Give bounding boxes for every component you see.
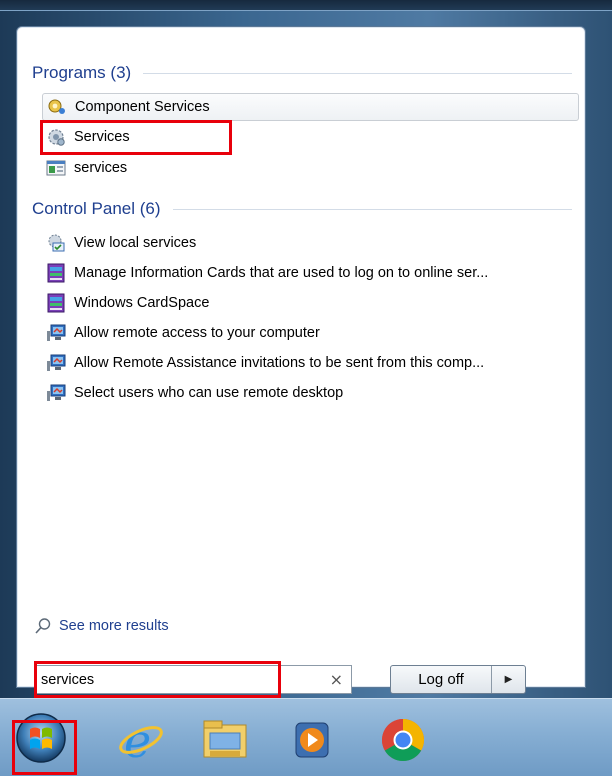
remote-access-icon xyxy=(46,353,66,373)
taskbar: e xyxy=(0,698,612,776)
svg-text:e: e xyxy=(124,715,151,765)
cardspace-icon xyxy=(46,293,66,313)
component-services-icon xyxy=(47,97,67,117)
result-services-msc[interactable]: services xyxy=(42,155,577,181)
control-panel-header-divider xyxy=(172,208,572,210)
magnifier-icon xyxy=(34,617,52,635)
programs-header[interactable]: Programs (3) xyxy=(32,62,572,84)
see-more-results-label: See more results xyxy=(59,618,169,634)
result-allow-remote-access[interactable]: Allow remote access to your computer xyxy=(42,320,577,346)
result-label: Select users who can use remote desktop xyxy=(74,385,344,401)
start-orb-icon[interactable] xyxy=(14,711,68,765)
clear-search-icon[interactable]: × xyxy=(330,670,343,689)
result-label: services xyxy=(74,160,128,176)
result-label: Services xyxy=(74,129,130,145)
result-component-services[interactable]: Component Services xyxy=(42,93,579,121)
result-select-users-remote-desktop[interactable]: Select users who can use remote desktop xyxy=(42,380,577,406)
shutdown-options-arrow-icon[interactable]: ▶ xyxy=(492,666,525,693)
control-panel-header[interactable]: Control Panel (6) xyxy=(32,198,572,220)
result-manage-information-cards[interactable]: Manage Information Cards that are used t… xyxy=(42,260,577,286)
result-label: Allow Remote Assistance invitations to b… xyxy=(74,355,485,371)
result-label: Allow remote access to your computer xyxy=(74,325,320,341)
result-services[interactable]: Services xyxy=(42,124,577,150)
programs-header-divider xyxy=(143,72,572,74)
result-label: Manage Information Cards that are used t… xyxy=(74,265,489,281)
see-more-results-link[interactable]: See more results xyxy=(34,615,169,637)
internet-explorer-icon[interactable]: e xyxy=(116,714,166,768)
search-box: × xyxy=(34,665,352,694)
log-off-button[interactable]: Log off xyxy=(391,666,492,693)
chrome-icon[interactable] xyxy=(378,715,428,765)
result-allow-remote-assistance[interactable]: Allow Remote Assistance invitations to b… xyxy=(42,350,577,376)
log-off-button-group: Log off ▶ xyxy=(390,665,526,694)
result-label: View local services xyxy=(74,235,197,251)
remote-access-icon xyxy=(46,383,66,403)
search-input[interactable] xyxy=(39,668,313,691)
media-player-icon[interactable] xyxy=(287,715,337,765)
result-windows-cardspace[interactable]: Windows CardSpace xyxy=(42,290,577,316)
msc-file-icon xyxy=(46,158,66,178)
result-label: Windows CardSpace xyxy=(74,295,210,311)
file-explorer-icon[interactable] xyxy=(200,715,250,765)
services-gear-icon xyxy=(46,127,66,147)
remote-access-icon xyxy=(46,323,66,343)
cardspace-icon xyxy=(46,263,66,283)
local-services-icon xyxy=(46,233,66,253)
result-label: Component Services xyxy=(75,99,210,115)
result-view-local-services[interactable]: View local services xyxy=(42,230,577,256)
control-panel-header-label: Control Panel (6) xyxy=(32,199,161,218)
programs-header-label: Programs (3) xyxy=(32,63,132,82)
